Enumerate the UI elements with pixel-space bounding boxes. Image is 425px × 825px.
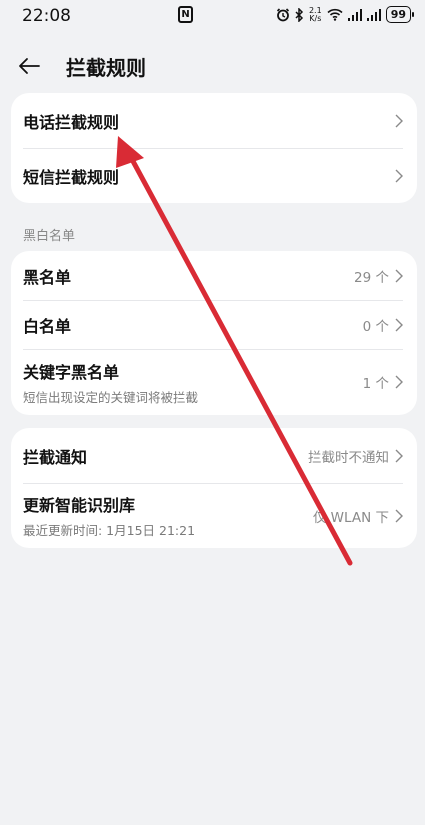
item-label: 电话拦截规则 <box>23 112 120 132</box>
battery-icon: 99 <box>385 6 415 23</box>
blacklist-item[interactable]: 黑名单 29 个 <box>11 251 417 300</box>
back-arrow-icon <box>19 58 40 74</box>
chevron-right-icon <box>395 169 403 182</box>
rules-card: 电话拦截规则 短信拦截规则 <box>11 93 417 203</box>
status-bar: 22:08 N 2.1 K/s 99 <box>0 0 425 34</box>
chevron-right-icon <box>395 269 403 282</box>
back-button[interactable] <box>0 57 66 75</box>
alarm-icon <box>276 7 290 21</box>
section-label-lists: 黑白名单 <box>23 229 76 244</box>
page-title: 拦截规则 <box>66 55 146 80</box>
bluetooth-icon <box>295 7 304 22</box>
net-speed-unit: K/s <box>309 13 322 23</box>
chevron-right-icon <box>395 318 403 331</box>
item-label: 关键字黑名单 <box>23 362 120 382</box>
settings-card: 拦截通知 拦截时不通知 更新智能识别库 最近更新时间: 1月15日 21:21 … <box>11 428 417 548</box>
signal-icon-2 <box>366 8 381 21</box>
item-subtitle: 短信出现设定的关键词将被拦截 <box>23 389 199 405</box>
item-value: 拦截时不通知 <box>308 449 389 466</box>
item-label: 白名单 <box>23 316 72 336</box>
item-value: 仅 WLAN 下 <box>312 509 389 526</box>
status-icons: 2.1 K/s 99 <box>276 6 415 23</box>
item-value: 29 个 <box>354 269 389 286</box>
lists-card: 黑名单 29 个 白名单 0 个 关键字黑名单 短信出现设定的关键词将被拦截 1… <box>11 251 417 415</box>
keyword-blacklist-item[interactable]: 关键字黑名单 短信出现设定的关键词将被拦截 1 个 <box>11 349 417 415</box>
item-label: 拦截通知 <box>23 447 88 467</box>
chevron-right-icon <box>395 375 403 389</box>
net-speed: 2.1 K/s <box>309 6 322 23</box>
item-label: 黑名单 <box>23 267 72 287</box>
status-time: 22:08 <box>22 6 71 26</box>
chevron-right-icon <box>395 114 403 127</box>
wifi-icon <box>327 8 343 21</box>
chevron-right-icon <box>395 509 403 522</box>
page-header: 拦截规则 <box>0 44 425 88</box>
signal-icon <box>347 8 362 21</box>
sms-block-rules-item[interactable]: 短信拦截规则 <box>11 148 417 203</box>
nfc-icon: N <box>178 6 193 23</box>
chevron-right-icon <box>395 449 403 462</box>
item-subtitle: 最近更新时间: 1月15日 21:21 <box>23 523 196 538</box>
whitelist-item[interactable]: 白名单 0 个 <box>11 300 417 349</box>
item-value: 0 个 <box>362 318 389 335</box>
block-notification-item[interactable]: 拦截通知 拦截时不通知 <box>11 428 417 483</box>
item-label: 更新智能识别库 <box>23 496 136 515</box>
item-value: 1 个 <box>362 376 389 392</box>
call-block-rules-item[interactable]: 电话拦截规则 <box>11 93 417 148</box>
item-label: 短信拦截规则 <box>23 167 120 187</box>
update-recognition-db-item[interactable]: 更新智能识别库 最近更新时间: 1月15日 21:21 仅 WLAN 下 <box>11 483 417 548</box>
